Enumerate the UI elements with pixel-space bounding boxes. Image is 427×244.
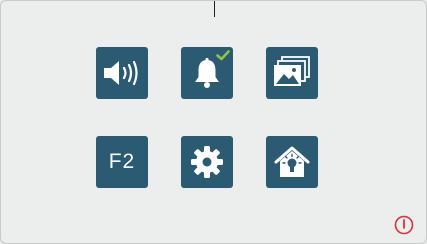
gear-icon — [191, 146, 223, 178]
f2-button[interactable]: F2 — [96, 136, 148, 188]
volume-button[interactable] — [96, 47, 148, 99]
power-button[interactable] — [394, 215, 414, 235]
pointer-line — [214, 1, 215, 17]
chime-button[interactable] — [181, 47, 233, 99]
home-light-icon — [274, 146, 310, 177]
gallery-icon — [274, 56, 310, 86]
speaker-icon — [104, 60, 138, 86]
home-light-button[interactable] — [266, 136, 318, 188]
settings-button[interactable] — [181, 136, 233, 188]
bell-icon — [195, 58, 219, 88]
check-icon — [216, 50, 230, 61]
gallery-button[interactable] — [266, 47, 318, 99]
power-icon — [394, 215, 414, 235]
intercom-screen: F2 — [0, 0, 427, 244]
f2-label: F2 — [108, 150, 136, 173]
